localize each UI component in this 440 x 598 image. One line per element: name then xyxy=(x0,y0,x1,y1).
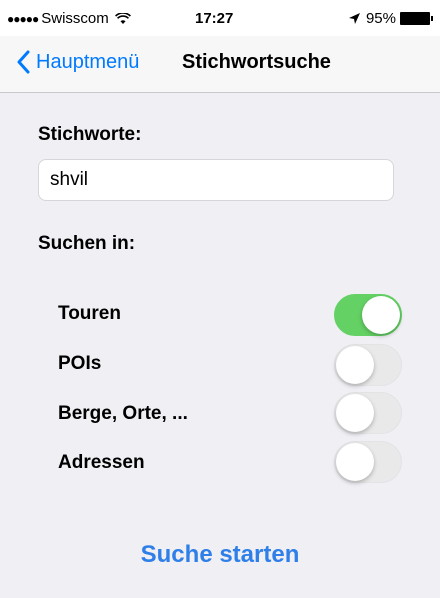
option-label-pois: POIs xyxy=(58,353,102,374)
status-bar: ●●●●● Swisscom 17:27 95% xyxy=(0,0,440,36)
battery-icon xyxy=(400,12,433,25)
toggle-pois[interactable] xyxy=(334,344,402,386)
navigation-bar: Hauptmenü Stichwortsuche xyxy=(0,36,440,93)
keywords-input[interactable]: shvil xyxy=(38,159,394,201)
toggle-knob xyxy=(336,394,374,432)
status-right: 95% xyxy=(348,10,433,27)
toggle-touren[interactable] xyxy=(334,294,402,336)
battery-percent: 95% xyxy=(365,10,396,27)
option-label-touren: Touren xyxy=(58,303,121,324)
toggle-adressen[interactable] xyxy=(334,441,402,483)
start-search-button[interactable]: Suche starten xyxy=(0,541,440,569)
clock: 17:27 xyxy=(195,10,234,27)
page-title: Stichwortsuche xyxy=(182,51,331,73)
signal-strength-icon: ●●●●● xyxy=(7,11,39,26)
wifi-icon xyxy=(114,12,131,24)
toggle-knob xyxy=(362,296,400,334)
search-in-label: Suchen in: xyxy=(38,233,136,254)
option-label-adressen: Adressen xyxy=(58,452,145,473)
toggle-berge-orte[interactable] xyxy=(334,392,402,434)
back-button-label: Hauptmenü xyxy=(36,50,140,73)
option-label-berge-orte: Berge, Orte, ... xyxy=(58,403,188,424)
chevron-left-icon xyxy=(17,50,30,74)
status-left: ●●●●● Swisscom xyxy=(7,10,131,27)
toggle-knob xyxy=(336,443,374,481)
location-arrow-icon xyxy=(348,13,360,24)
keywords-label: Stichworte: xyxy=(38,124,142,145)
toggle-knob xyxy=(336,346,374,384)
back-button[interactable]: Hauptmenü xyxy=(16,50,139,74)
carrier-name: Swisscom xyxy=(41,10,109,27)
